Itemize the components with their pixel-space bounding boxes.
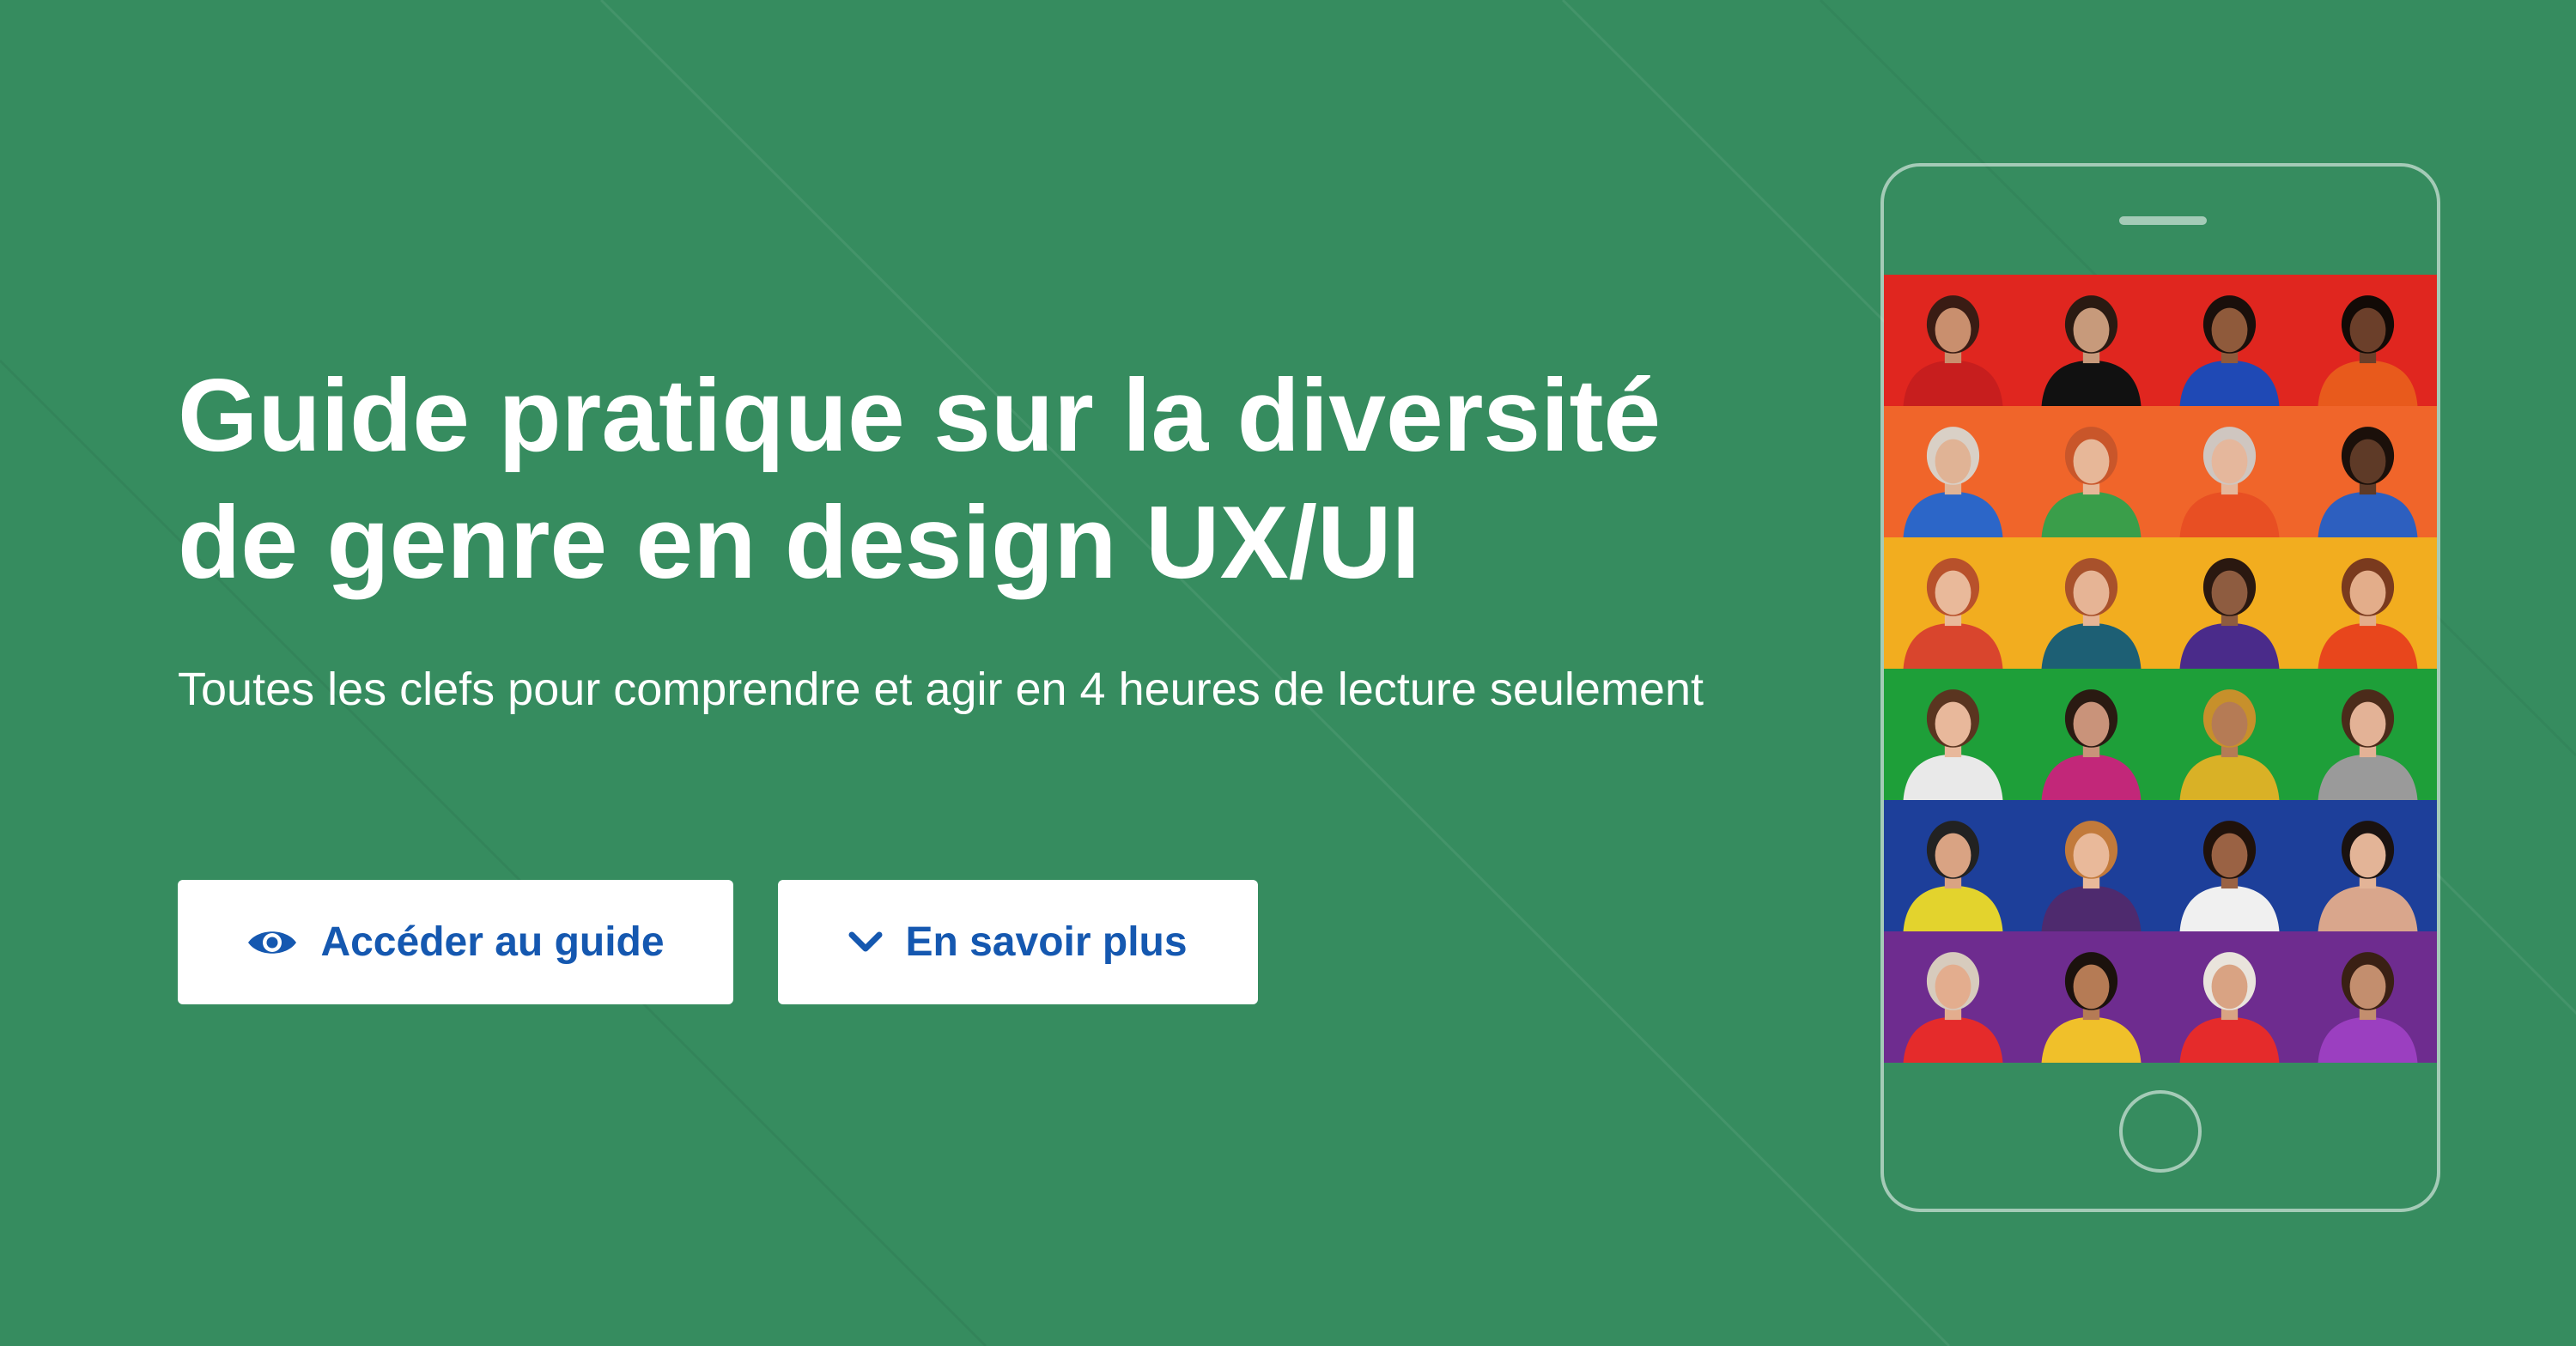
eye-icon	[246, 925, 298, 960]
portrait-photo	[2160, 537, 2299, 669]
access-guide-label: Accéder au guide	[320, 919, 665, 965]
phone-mockup	[1880, 163, 2440, 1212]
portrait-photo	[2299, 275, 2437, 406]
portrait-photo	[2160, 800, 2299, 931]
portrait-photo	[2160, 931, 2299, 1063]
access-guide-button[interactable]: Accéder au guide	[178, 880, 733, 1004]
portrait-photo	[1884, 669, 2022, 800]
page-subtitle: Toutes les clefs pour comprendre et agir…	[178, 664, 1704, 715]
portrait-photo	[2160, 275, 2299, 406]
learn-more-button[interactable]: En savoir plus	[778, 880, 1258, 1004]
portrait-photo	[2022, 406, 2160, 537]
portrait-photo	[1884, 406, 2022, 537]
portrait-photo	[1884, 800, 2022, 931]
portrait-photo	[2022, 275, 2160, 406]
portrait-photo	[2022, 800, 2160, 931]
portrait-photo	[2160, 669, 2299, 800]
portrait-photo	[2299, 537, 2437, 669]
portrait-photo	[2299, 669, 2437, 800]
portrait-photo	[1884, 275, 2022, 406]
phone-home-button	[2119, 1090, 2202, 1173]
portrait-photo	[1884, 537, 2022, 669]
portrait-photo	[2022, 669, 2160, 800]
portrait-photo	[2299, 931, 2437, 1063]
portrait-photo	[2160, 406, 2299, 537]
portrait-photo	[2022, 537, 2160, 669]
portrait-photo	[1884, 931, 2022, 1063]
phone-screen-photo-grid	[1884, 275, 2437, 1063]
learn-more-label: En savoir plus	[905, 919, 1188, 965]
page-title-line-1: Guide pratique sur la diversité	[178, 358, 1662, 473]
portrait-photo	[2299, 800, 2437, 931]
page-title: Guide pratique sur la diversité de genre…	[178, 352, 1809, 606]
portrait-photo	[2299, 406, 2437, 537]
page-title-line-2: de genre en design UX/UI	[178, 485, 1420, 600]
chevron-down-icon	[848, 931, 883, 955]
portrait-photo	[2022, 931, 2160, 1063]
phone-speaker	[2119, 216, 2207, 225]
